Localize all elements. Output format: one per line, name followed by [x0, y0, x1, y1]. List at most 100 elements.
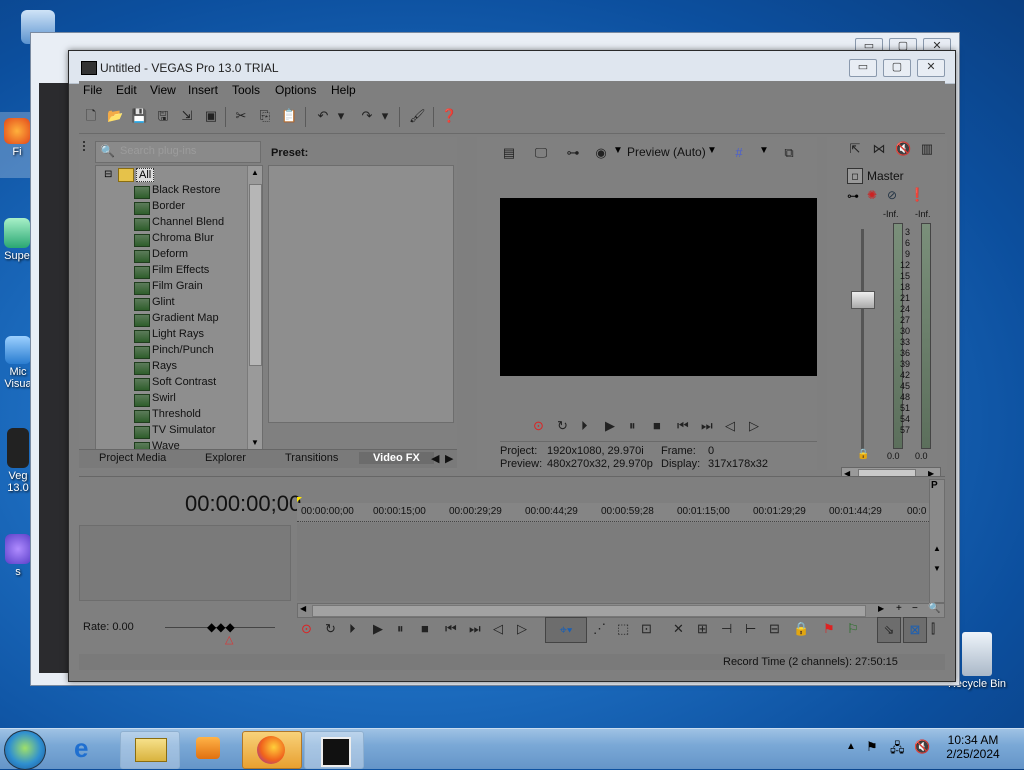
tab-scroll-right-icon[interactable]: ▶	[445, 452, 453, 465]
volume-muted-icon[interactable]: 🔇	[914, 739, 930, 755]
menu-help[interactable]: Help	[331, 83, 356, 97]
zoom-in-icon[interactable]: +	[896, 603, 902, 614]
play-from-start-icon[interactable]: ⏵	[349, 621, 356, 637]
taskbar-firefox[interactable]	[242, 731, 302, 769]
go-to-end-icon[interactable]: ⏭	[469, 621, 481, 637]
dropdown-arrow-icon[interactable]: ▼	[707, 145, 717, 156]
taskbar-internet-explorer[interactable]: e	[60, 731, 118, 767]
fx-item[interactable]: Light Rays	[134, 328, 204, 344]
maximize-button[interactable]: ▢	[883, 59, 911, 77]
insert-region-icon[interactable]: ⚐	[847, 621, 859, 637]
dropdown-arrow-icon[interactable]: ▼	[759, 145, 769, 156]
mixer-solo-icon[interactable]: ❗	[909, 187, 925, 203]
menu-tools[interactable]: Tools	[232, 83, 260, 97]
scroll-right-icon[interactable]: ▶	[878, 604, 884, 613]
trim-end-icon[interactable]: ⊢	[745, 621, 756, 637]
taskbar-media-player[interactable]	[180, 731, 238, 767]
menu-edit[interactable]: Edit	[116, 83, 137, 97]
preset-list[interactable]	[268, 165, 454, 423]
rate-slider-handle-icon[interactable]: ◆◆◆	[207, 620, 235, 634]
save-as-icon[interactable]: 🖫	[155, 108, 171, 124]
external-monitor-icon[interactable]: 🖵	[533, 145, 549, 161]
track-list-header[interactable]	[79, 525, 291, 601]
marker-icon[interactable]: P	[931, 480, 938, 491]
zoom-out-icon[interactable]: −	[912, 603, 918, 614]
go-to-start-icon[interactable]: ⏮	[445, 621, 457, 637]
fx-bypass-icon[interactable]: ◉	[593, 145, 609, 161]
fx-item[interactable]: Black Restore	[134, 184, 220, 200]
scroll-down-icon[interactable]: ▼	[933, 564, 941, 573]
tab-video-fx[interactable]: Video FX	[359, 452, 434, 464]
panel-close-icon[interactable]	[83, 141, 88, 151]
crossfade-icon[interactable]: ⫿	[931, 621, 935, 637]
preview-quality-dropdown[interactable]: Preview (Auto)	[627, 145, 706, 159]
loop-icon[interactable]: ↻	[325, 621, 336, 637]
mixer-fx-icon[interactable]: ✺	[867, 188, 877, 202]
copy-snapshot-icon[interactable]: ⧉	[781, 145, 797, 161]
fx-item[interactable]: Pinch/Punch	[134, 344, 214, 360]
tab-transitions[interactable]: Transitions	[285, 452, 338, 464]
fx-item[interactable]: Swirl	[134, 392, 176, 408]
undo-dropdown-icon[interactable]: ▾	[333, 108, 349, 124]
next-frame-icon[interactable]: ▷	[517, 621, 527, 637]
timeline-hscrollbar[interactable]: ◀ ▶ + − 🔍	[297, 603, 945, 618]
loop-icon[interactable]: ↻	[557, 418, 568, 434]
stop-icon[interactable]: ■	[421, 621, 429, 636]
selection-tool-icon[interactable]: ⬚	[617, 621, 629, 637]
previous-frame-icon[interactable]: ◁	[725, 418, 735, 434]
fx-item[interactable]: Gradient Map	[134, 312, 219, 328]
whats-this-help-icon[interactable]: ❓	[441, 108, 457, 124]
start-button[interactable]	[4, 730, 46, 770]
properties-icon[interactable]: ▣	[203, 108, 219, 124]
normal-edit-tool-icon[interactable]: ⌖▾	[545, 617, 587, 643]
brush-icon[interactable]: 🖌	[409, 108, 426, 124]
play-icon[interactable]: ▶	[605, 418, 615, 434]
fx-item[interactable]: Threshold	[134, 408, 201, 424]
delete-icon[interactable]: ✕	[673, 621, 684, 637]
paste-icon[interactable]: 📋	[281, 108, 297, 124]
auto-ripple-icon[interactable]: ⇘	[877, 617, 901, 643]
mixer-meter-icon[interactable]: ▥	[919, 141, 935, 157]
menu-view[interactable]: View	[150, 83, 176, 97]
previous-frame-icon[interactable]: ◁	[493, 621, 503, 637]
fx-item[interactable]: Chroma Blur	[134, 232, 214, 248]
desktop-icon-firefox[interactable]: Fi	[0, 112, 34, 178]
desktop-icon-super[interactable]: Supe	[0, 218, 34, 262]
open-folder-icon[interactable]: 📂	[107, 108, 123, 124]
mixer-downmix-icon[interactable]: ⋈	[871, 141, 887, 157]
tree-scrollbar[interactable]: ▲ ▼	[247, 166, 262, 452]
envelope-tool-icon[interactable]: ⋰	[593, 621, 606, 637]
tree-item-all[interactable]: All	[136, 168, 155, 182]
play-icon[interactable]: ▶	[373, 621, 383, 637]
zoom-tool-icon[interactable]: 🔍	[928, 603, 940, 614]
track-area[interactable]	[297, 523, 931, 601]
taskbar-vegas[interactable]	[304, 731, 364, 769]
mixer-connector-icon[interactable]: ⊶	[847, 189, 859, 203]
trim-start-icon[interactable]: ⊣	[721, 621, 732, 637]
plugin-tree[interactable]: ⊟ All Black Restore Border Channel Blend…	[95, 165, 263, 453]
show-hidden-icons-icon[interactable]: ▲	[846, 741, 856, 752]
split-screen-icon[interactable]: ⊶	[565, 145, 581, 161]
next-frame-icon[interactable]: ▷	[749, 418, 759, 434]
lock-icon[interactable]: 🔒	[793, 621, 809, 637]
stop-icon[interactable]: ■	[653, 418, 661, 433]
action-center-flag-icon[interactable]: ⚑	[866, 739, 878, 755]
menu-options[interactable]: Options	[275, 83, 316, 97]
tab-scroll-left-icon[interactable]: ◀	[431, 452, 439, 465]
overlays-grid-icon[interactable]: #	[731, 145, 747, 161]
scroll-down-icon[interactable]: ▼	[251, 438, 259, 447]
network-icon[interactable]: 🖧	[890, 739, 905, 761]
fx-item[interactable]: Border	[134, 200, 185, 216]
fx-item[interactable]: Film Effects	[134, 264, 209, 280]
fx-item[interactable]: TV Simulator	[134, 424, 216, 440]
trim-icon[interactable]: ⊞	[697, 621, 708, 637]
mixer-insert-fx-icon[interactable]: ⇱	[847, 141, 863, 157]
pause-icon[interactable]: ⏸	[629, 418, 636, 434]
go-to-start-icon[interactable]: ⏮	[677, 418, 689, 434]
menu-insert[interactable]: Insert	[188, 83, 218, 97]
fx-item[interactable]: Film Grain	[134, 280, 203, 296]
timeline-vscrollbar[interactable]: P ▲ ▼	[929, 479, 945, 603]
title-bar[interactable]: Untitled - VEGAS Pro 13.0 TRIAL ▭ ▢ ✕	[69, 51, 955, 84]
scroll-up-icon[interactable]: ▲	[933, 544, 941, 553]
render-icon[interactable]: ⇲	[179, 108, 195, 124]
